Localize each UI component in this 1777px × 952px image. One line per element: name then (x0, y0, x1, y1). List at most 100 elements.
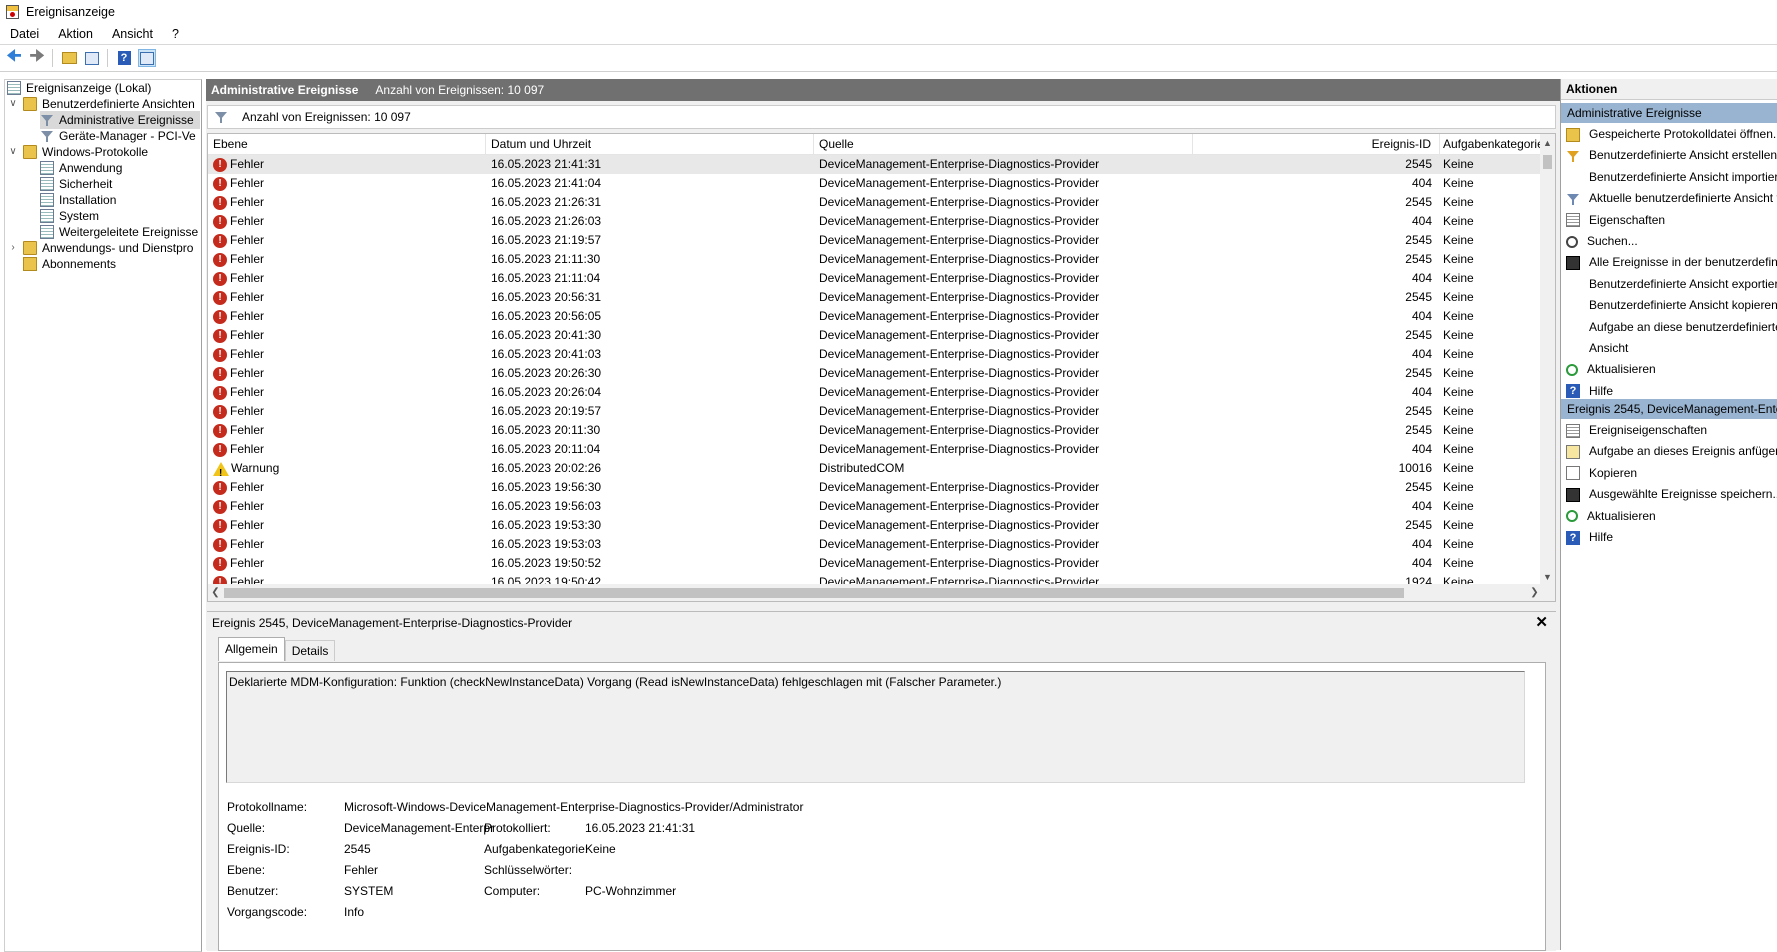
cell-event-id: 404 (1411, 347, 1432, 361)
help-icon[interactable]: ? (115, 49, 133, 67)
scroll-thumb[interactable] (1543, 155, 1552, 169)
action-item[interactable]: Suchen... (1561, 231, 1777, 252)
value-level[interactable]: Fehler (344, 863, 378, 877)
back-icon[interactable]: 🠈 (5, 48, 23, 67)
tab-details[interactable]: Details (284, 640, 336, 661)
table-row[interactable]: ! Fehler 16.05.2023 21:19:57 DeviceManageme… (208, 231, 1541, 250)
actions-section-view[interactable]: Administrative Ereignisse (1561, 103, 1777, 123)
action-item[interactable]: Ausgewählte Ereignisse speichern... (1561, 484, 1777, 505)
event-description[interactable]: Deklarierte MDM-Konfiguration: Funktion … (226, 671, 1525, 783)
scroll-right-icon[interactable]: ❯ (1527, 584, 1542, 601)
table-row[interactable]: ! Fehler 16.05.2023 21:11:30 DeviceManageme… (208, 250, 1541, 269)
table-row[interactable]: ! Fehler 16.05.2023 19:56:03 DeviceManageme… (208, 497, 1541, 516)
table-row[interactable]: ! Fehler 16.05.2023 21:11:04 DeviceManageme… (208, 269, 1541, 288)
action-item[interactable]: Gespeicherte Protokolldatei öffnen... (1561, 124, 1777, 145)
cell-date: 16.05.2023 20:19:57 (491, 404, 602, 418)
table-row[interactable]: ! Fehler 16.05.2023 19:50:52 DeviceManageme… (208, 554, 1541, 573)
action-item[interactable]: Benutzerdefinierte Ansicht exportieren..… (1561, 274, 1777, 295)
tab-general[interactable]: Allgemein (218, 637, 285, 661)
table-row[interactable]: ! Fehler 16.05.2023 20:26:30 DeviceManageme… (208, 364, 1541, 383)
blank-icon (1566, 299, 1580, 313)
cell-task-category: Keine (1443, 556, 1474, 570)
table-row[interactable]: ! Fehler 16.05.2023 21:26:03 DeviceManageme… (208, 212, 1541, 231)
table-row[interactable]: ! Fehler 16.05.2023 19:56:30 DeviceManageme… (208, 478, 1541, 497)
action-item[interactable]: Benutzerdefinierte Ansicht erstellen... (1561, 145, 1777, 166)
chevron-right-icon[interactable]: › (7, 239, 19, 257)
table-row[interactable]: ! Fehler 16.05.2023 19:53:03 DeviceManageme… (208, 535, 1541, 554)
close-icon[interactable]: ✕ (1535, 613, 1548, 631)
value-task-category[interactable]: Keine (585, 842, 616, 856)
action-item[interactable]: Ansicht (1561, 338, 1777, 359)
table-row[interactable]: ! Fehler 16.05.2023 20:41:30 DeviceManageme… (208, 326, 1541, 345)
table-row[interactable]: ! Fehler 16.05.2023 20:11:04 DeviceManageme… (208, 440, 1541, 459)
table-row[interactable]: ! Fehler 16.05.2023 20:56:31 DeviceManageme… (208, 288, 1541, 307)
action-item[interactable]: Aktualisieren (1561, 359, 1777, 380)
horizontal-scrollbar[interactable]: ❮ ❯ (208, 584, 1555, 601)
chevron-down-icon[interactable]: ∨ (7, 143, 19, 161)
table-row[interactable]: ! Fehler 16.05.2023 21:41:31 DeviceManageme… (208, 155, 1541, 174)
table-row[interactable]: ! Fehler 16.05.2023 19:53:30 DeviceManageme… (208, 516, 1541, 535)
navigation-tree: Ereignisanzeige (Lokal) ∨ Benutzerdefini… (4, 79, 202, 952)
vertical-scrollbar[interactable]: ▲ ▼ (1540, 134, 1555, 584)
table-row[interactable]: ! Fehler 16.05.2023 21:41:04 DeviceManageme… (208, 174, 1541, 193)
column-task-category[interactable]: Aufgabenkategorie (1440, 134, 1541, 154)
action-item[interactable]: Ereigniseigenschaften (1561, 420, 1777, 441)
action-label: Ansicht (1589, 341, 1629, 355)
column-source[interactable]: Quelle (814, 134, 1193, 154)
action-item[interactable]: Kopieren (1561, 463, 1777, 484)
value-log-name[interactable]: Microsoft-Windows-DeviceManagement-Enter… (344, 800, 803, 814)
table-row[interactable]: ! Fehler 16.05.2023 20:11:30 DeviceManageme… (208, 421, 1541, 440)
action-label: Ausgewählte Ereignisse speichern... (1589, 487, 1777, 502)
table-row[interactable]: ! Fehler 16.05.2023 20:56:05 DeviceManageme… (208, 307, 1541, 326)
cell-task-category: Keine (1443, 518, 1474, 532)
table-row[interactable]: ! Fehler 16.05.2023 20:41:03 DeviceManageme… (208, 345, 1541, 364)
tree-subscriptions[interactable]: Abonnements (23, 255, 116, 273)
cell-event-id: 404 (1411, 214, 1432, 228)
column-event-id[interactable]: Ereignis-ID (1193, 134, 1440, 154)
value-logged[interactable]: 16.05.2023 21:41:31 (585, 821, 695, 835)
toolbar: 🠈 🠊 ? (0, 45, 1777, 72)
scroll-up-icon[interactable]: ▲ (1540, 136, 1555, 150)
scroll-left-icon[interactable]: ❮ (208, 584, 223, 601)
action-item[interactable]: Alle Ereignisse in der benutzerdefiniert… (1561, 252, 1777, 273)
action-item[interactable]: Aktuelle benutzerdefinierte Ansicht filt… (1561, 188, 1777, 209)
menu-ansicht[interactable]: Ansicht (102, 27, 162, 41)
table-row[interactable]: ! Fehler 16.05.2023 20:19:57 DeviceManageme… (208, 402, 1541, 421)
value-source[interactable]: DeviceManagement-Enterpr (344, 821, 494, 835)
blank-icon (1566, 277, 1580, 291)
chevron-down-icon[interactable]: ∨ (7, 95, 19, 113)
action-item[interactable]: Benutzerdefinierte Ansicht importieren..… (1561, 167, 1777, 188)
action-item[interactable]: Benutzerdefinierte Ansicht kopieren... (1561, 295, 1777, 316)
scroll-thumb[interactable] (224, 588, 1404, 598)
action-item[interactable]: Eigenschaften (1561, 210, 1777, 231)
show-hide-action-pane-icon[interactable] (138, 49, 156, 67)
table-row[interactable]: Warnung 16.05.2023 20:02:26 DistributedCOM… (208, 459, 1541, 483)
value-event-id[interactable]: 2545 (344, 842, 371, 856)
cell-level: ! Fehler (208, 307, 486, 326)
forward-icon[interactable]: 🠊 (28, 48, 46, 67)
action-label: Aufgabe an diese benutzerdefinierte Ansi… (1589, 319, 1777, 334)
error-icon: ! (213, 423, 227, 438)
table-row[interactable]: ! Fehler 16.05.2023 20:26:04 DeviceManageme… (208, 383, 1541, 402)
up-folder-icon[interactable] (60, 49, 78, 67)
value-opcode[interactable]: Info (344, 905, 364, 919)
action-item[interactable]: Aktualisieren (1561, 506, 1777, 527)
show-hide-tree-icon[interactable] (83, 49, 101, 67)
cell-source: DeviceManagement-Enterprise-Diagnostics-… (819, 480, 1100, 494)
cell-source: DeviceManagement-Enterprise-Diagnostics-… (819, 518, 1100, 532)
actions-section-event[interactable]: Ereignis 2545, DeviceManagement-Enterpri… (1561, 399, 1777, 419)
scroll-down-icon[interactable]: ▼ (1540, 570, 1555, 584)
cell-task-category: Keine (1443, 309, 1474, 323)
column-level[interactable]: Ebene (208, 134, 486, 154)
menu-help[interactable]: ? (162, 27, 188, 41)
column-date[interactable]: Datum und Uhrzeit (486, 134, 814, 154)
value-user[interactable]: SYSTEM (344, 884, 393, 898)
action-item[interactable]: ? Hilfe (1561, 527, 1777, 548)
menu-aktion[interactable]: Aktion (48, 27, 102, 41)
value-computer[interactable]: PC-Wohnzimmer (585, 884, 676, 898)
menu-datei[interactable]: Datei (0, 27, 48, 41)
title-bar: Ereignisanzeige (0, 0, 1777, 24)
action-item[interactable]: Aufgabe an diese benutzerdefinierte Ansi… (1561, 317, 1777, 338)
action-item[interactable]: Aufgabe an dieses Ereignis anfügen... (1561, 441, 1777, 462)
table-row[interactable]: ! Fehler 16.05.2023 21:26:31 DeviceManageme… (208, 193, 1541, 212)
